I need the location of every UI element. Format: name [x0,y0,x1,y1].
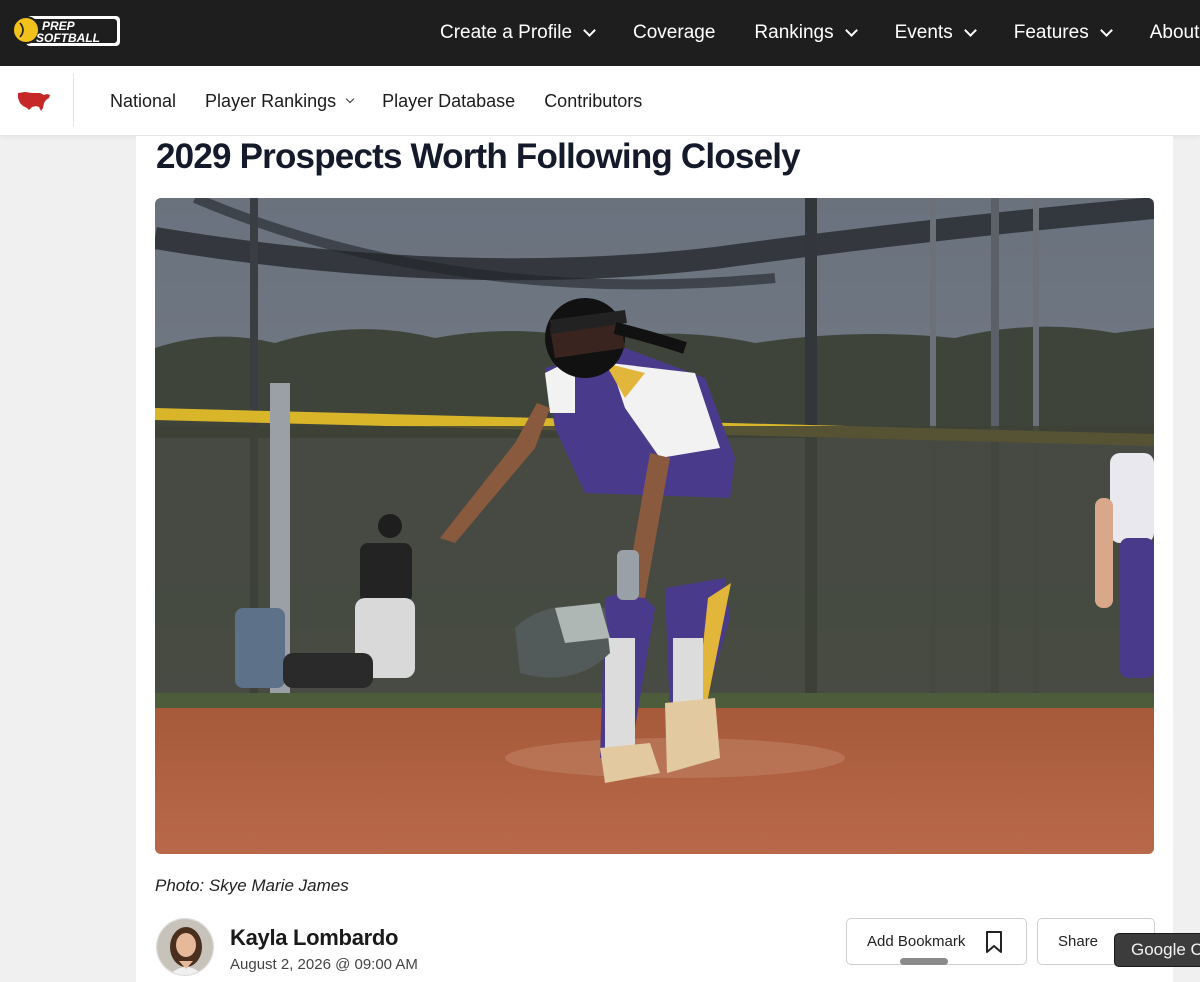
photo-caption: Photo: Skye Marie James [155,876,349,895]
nav-events[interactable]: Events [894,22,977,44]
subnav-label: National [110,90,177,111]
author-portrait [157,919,213,975]
top-navigation-bar: PREP SOFTBALL Create a Profile Coverage … [0,0,1200,66]
author-avatar[interactable] [156,918,214,976]
subnav-label: Player Database [382,90,516,111]
nav-create-profile[interactable]: Create a Profile [440,22,596,44]
section-navigation-bar: National Player Rankings Player Database… [0,66,1200,136]
article-title: 2029 Prospects Worth Following Closely [156,137,801,176]
prep-softball-logo[interactable]: PREP SOFTBALL [12,11,122,49]
nav-label: Features [1013,22,1089,43]
svg-text:SOFTBALL: SOFTBALL [36,31,100,45]
softball-player-illustration [155,198,1154,854]
article-hero-photo[interactable] [155,198,1154,854]
scroll-indicator[interactable] [900,958,948,965]
nav-rankings[interactable]: Rankings [754,22,858,44]
nav-label: About [1149,22,1200,43]
nav-label: Coverage [633,22,716,43]
main-menu: Create a Profile Coverage Rankings Event… [440,0,1200,66]
nav-label: Events [894,22,953,43]
subnav-player-rankings[interactable]: Player Rankings [205,90,355,112]
chevron-down-icon [1099,24,1113,37]
section-menu: National Player Rankings Player Database… [110,66,671,136]
bookmark-label: Add Bookmark [867,933,966,950]
chevron-down-icon [963,24,977,37]
google-tooltip: Google C [1114,933,1200,967]
publish-date: August 2, 2026 @ 09:00 AM [230,956,418,973]
subnav-contributors[interactable]: Contributors [544,91,642,112]
nav-label: Create a Profile [440,22,573,43]
subnav-label: Player Rankings [205,90,337,111]
nav-label: Rankings [754,22,834,43]
chevron-down-icon [583,24,596,37]
chevron-down-icon [844,24,858,37]
subnav-player-database[interactable]: Player Database [382,91,515,112]
nav-coverage[interactable]: Coverage [633,22,715,44]
share-label: Share [1058,933,1099,950]
usa-map-icon[interactable] [16,89,53,113]
subnav-national[interactable]: National [110,91,176,112]
nav-about[interactable]: About [1150,22,1200,44]
bookmark-icon [986,931,1002,953]
chevron-down-icon [345,94,355,104]
subnav-label: Contributors [544,90,643,111]
nav-features[interactable]: Features [1013,22,1113,44]
author-name[interactable]: Kayla Lombardo [230,925,398,951]
divider [73,74,74,126]
